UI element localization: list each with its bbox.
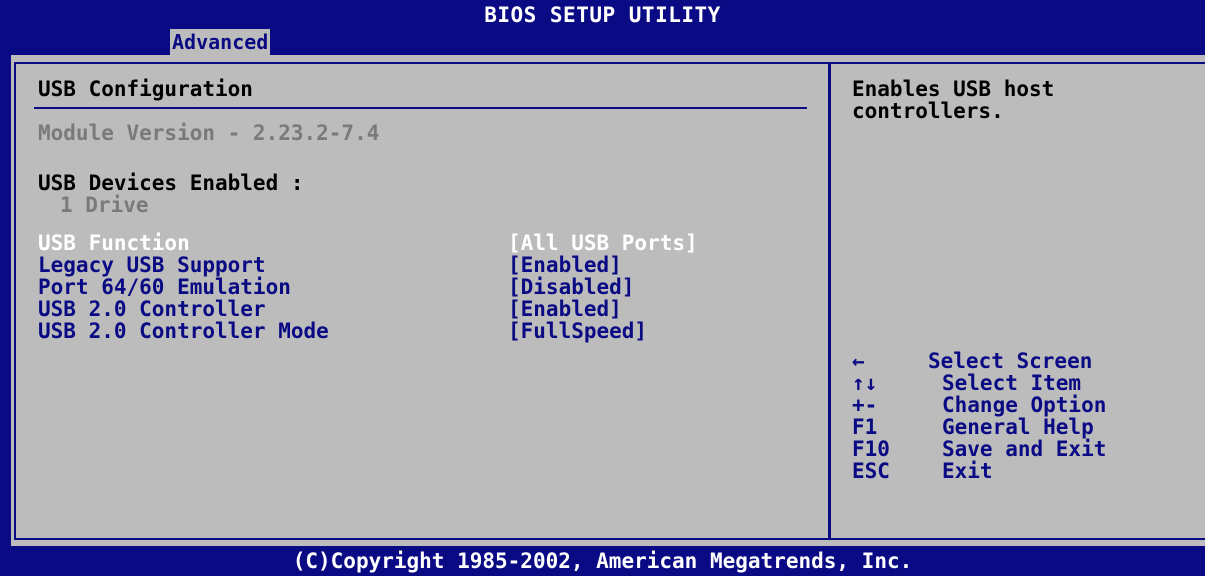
key-action: Change Option	[942, 393, 1107, 417]
setting-label[interactable]: USB Function	[38, 232, 190, 254]
key-name: F10	[852, 437, 890, 461]
key-action: General Help	[942, 415, 1094, 439]
key-name: ↑↓	[852, 371, 878, 395]
key-action: Select Screen	[928, 349, 1093, 373]
setting-label[interactable]: Port 64/60 Emulation	[38, 276, 291, 298]
key-action: Select Item	[942, 371, 1082, 395]
window-title: BIOS SETUP UTILITY	[484, 3, 721, 27]
setting-value[interactable]: [Disabled]	[508, 276, 634, 298]
key-name: ESC	[852, 459, 890, 483]
section-underline	[34, 107, 807, 109]
key-action: Exit	[942, 459, 993, 483]
setting-label[interactable]: USB 2.0 Controller Mode	[38, 320, 329, 342]
section-title: USB Configuration	[38, 77, 253, 101]
setting-label[interactable]: USB 2.0 Controller	[38, 298, 266, 320]
setting-value[interactable]: [FullSpeed]	[508, 320, 647, 342]
key-name: +-	[852, 393, 878, 417]
help-text-line2: controllers.	[852, 99, 1004, 123]
setting-label[interactable]: Legacy USB Support	[38, 254, 266, 276]
help-text-line1: Enables USB host	[852, 77, 1055, 101]
key-action: Save and Exit	[942, 437, 1107, 461]
panel-divider	[828, 62, 831, 540]
bios-screen: BIOS SETUP UTILITY Advanced USB Configur…	[0, 0, 1205, 576]
setting-value[interactable]: [Enabled]	[508, 298, 622, 320]
key-name: ←	[852, 349, 865, 373]
setting-value[interactable]: [All USB Ports]	[508, 232, 698, 254]
module-version: Module Version - 2.23.2-7.4	[38, 121, 380, 145]
setting-value[interactable]: [Enabled]	[508, 254, 622, 276]
usb-devices-value: 1 Drive	[60, 193, 149, 217]
key-name: F1	[852, 415, 878, 439]
copyright-footer: (C)Copyright 1985-2002, American Megatre…	[292, 549, 913, 573]
usb-devices-label: USB Devices Enabled :	[38, 171, 304, 195]
tab-advanced[interactable]: Advanced	[170, 29, 271, 55]
